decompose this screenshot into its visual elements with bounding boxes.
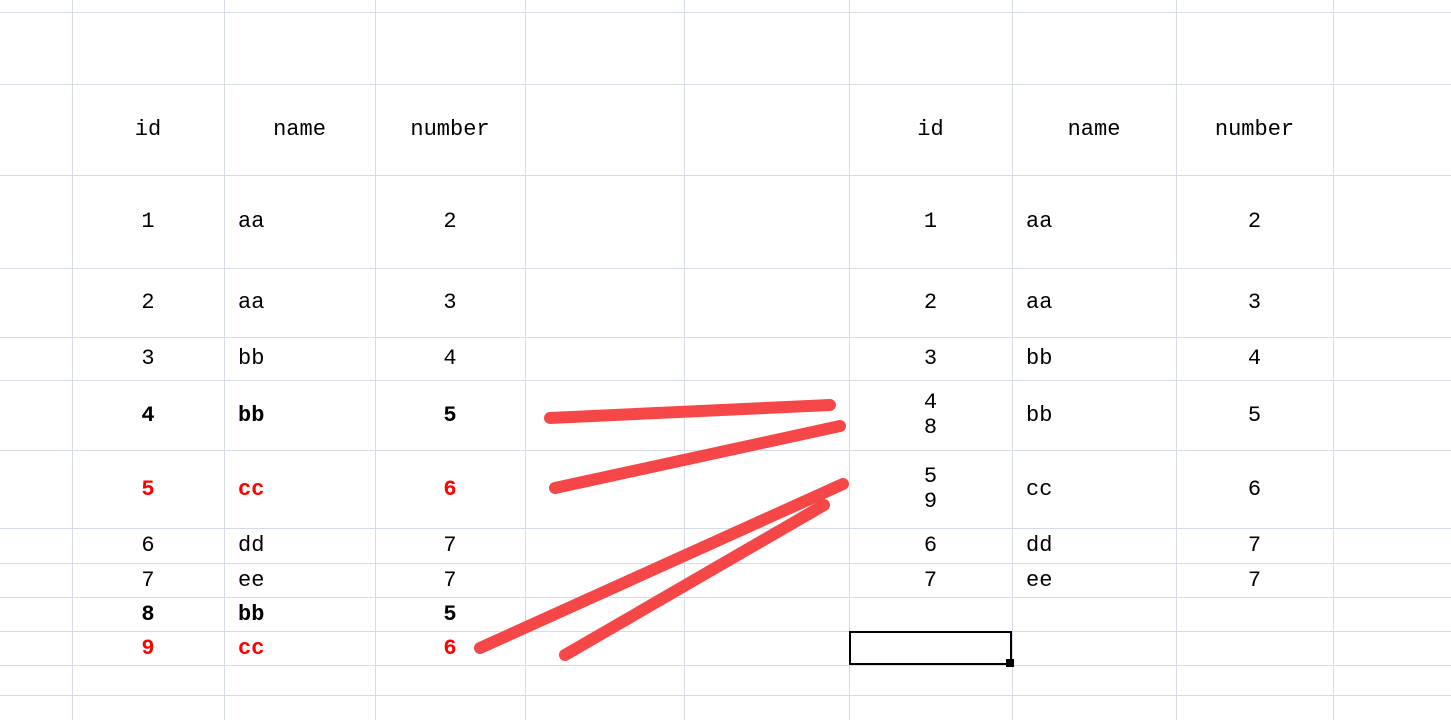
right-name-0: aa bbox=[1012, 175, 1176, 268]
left-header-name: name bbox=[224, 84, 375, 175]
right-header-id: id bbox=[849, 84, 1012, 175]
left-name-2: bb bbox=[224, 337, 375, 380]
right-number-2: 4 bbox=[1176, 337, 1333, 380]
left-number-8: 6 bbox=[375, 631, 525, 665]
left-name-3: bb bbox=[224, 380, 375, 450]
left-number-2: 4 bbox=[375, 337, 525, 380]
right-number-0: 2 bbox=[1176, 175, 1333, 268]
spreadsheet-grid: idnamenumberidnamenumber1aa22aa33bb44bb5… bbox=[0, 0, 1451, 720]
right-number-4: 6 bbox=[1176, 450, 1333, 528]
left-id-4: 5 bbox=[72, 450, 224, 528]
left-header-number: number bbox=[375, 84, 525, 175]
cell-selection[interactable] bbox=[849, 631, 1012, 665]
left-number-7: 5 bbox=[375, 597, 525, 631]
left-number-0: 2 bbox=[375, 175, 525, 268]
left-id-6: 7 bbox=[72, 563, 224, 597]
left-name-4: cc bbox=[224, 450, 375, 528]
right-id-0: 1 bbox=[849, 175, 1012, 268]
right-name-2: bb bbox=[1012, 337, 1176, 380]
left-name-8: cc bbox=[224, 631, 375, 665]
left-id-8: 9 bbox=[72, 631, 224, 665]
right-number-1: 3 bbox=[1176, 268, 1333, 337]
right-header-name: name bbox=[1012, 84, 1176, 175]
right-name-1: aa bbox=[1012, 268, 1176, 337]
left-number-1: 3 bbox=[375, 268, 525, 337]
right-number-6: 7 bbox=[1176, 563, 1333, 597]
right-id-2: 3 bbox=[849, 337, 1012, 380]
left-id-3: 4 bbox=[72, 380, 224, 450]
right-id-1: 2 bbox=[849, 268, 1012, 337]
left-name-6: ee bbox=[224, 563, 375, 597]
right-name-4: cc bbox=[1012, 450, 1176, 528]
right-name-5: dd bbox=[1012, 528, 1176, 563]
right-id-5: 6 bbox=[849, 528, 1012, 563]
left-name-0: aa bbox=[224, 175, 375, 268]
left-name-7: bb bbox=[224, 597, 375, 631]
left-number-6: 7 bbox=[375, 563, 525, 597]
left-id-5: 6 bbox=[72, 528, 224, 563]
left-number-4: 6 bbox=[375, 450, 525, 528]
left-id-7: 8 bbox=[72, 597, 224, 631]
right-header-number: number bbox=[1176, 84, 1333, 175]
right-id-3: 48 bbox=[849, 380, 1012, 450]
left-id-2: 3 bbox=[72, 337, 224, 380]
left-id-1: 2 bbox=[72, 268, 224, 337]
right-number-5: 7 bbox=[1176, 528, 1333, 563]
right-name-3: bb bbox=[1012, 380, 1176, 450]
right-id-4: 59 bbox=[849, 450, 1012, 528]
left-number-5: 7 bbox=[375, 528, 525, 563]
left-name-5: dd bbox=[224, 528, 375, 563]
right-name-6: ee bbox=[1012, 563, 1176, 597]
right-number-3: 5 bbox=[1176, 380, 1333, 450]
left-id-0: 1 bbox=[72, 175, 224, 268]
left-header-id: id bbox=[72, 84, 224, 175]
left-number-3: 5 bbox=[375, 380, 525, 450]
right-id-6: 7 bbox=[849, 563, 1012, 597]
left-name-1: aa bbox=[224, 268, 375, 337]
